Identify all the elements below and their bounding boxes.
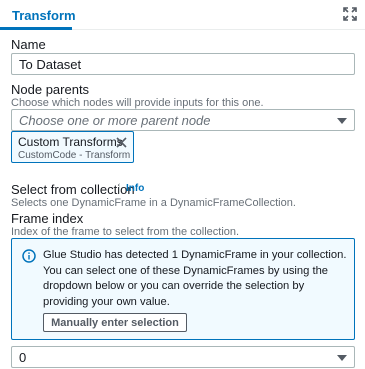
token-title: Custom Transforms [18, 135, 123, 149]
token-subtitle: CustomCode - Transform [18, 150, 131, 161]
alert-message: Glue Studio has detected 1 DynamicFrame … [43, 249, 347, 308]
collection-description: Selects one DynamicFrame in a DynamicFra… [11, 197, 296, 209]
node-parents-placeholder: Choose one or more parent node [19, 112, 211, 128]
node-parents-description: Choose which nodes will provide inputs f… [11, 97, 264, 109]
tab-transform[interactable]: Transform [0, 0, 90, 30]
close-icon[interactable] [116, 137, 127, 148]
frame-index-select[interactable]: 0 [11, 346, 355, 368]
parent-node-token: Custom Transforms CustomCode - Transform [11, 131, 134, 163]
node-parents-select[interactable]: Choose one or more parent node [11, 109, 355, 131]
node-parents-label: Node parents [11, 82, 90, 97]
frame-index-description: Index of the frame to select from the co… [11, 226, 240, 238]
chevron-down-icon [337, 355, 347, 361]
panel-tab-bar: Transform [0, 0, 365, 30]
expand-icon[interactable] [343, 7, 357, 21]
manually-enter-selection-button[interactable]: Manually enter selection [43, 313, 187, 332]
frame-index-label: Frame index [11, 211, 84, 226]
chevron-down-icon [337, 118, 347, 124]
name-label: Name [11, 37, 46, 52]
tab-transform-label: Transform [12, 7, 76, 23]
info-alert: Glue Studio has detected 1 DynamicFrame … [11, 238, 355, 340]
info-icon [22, 249, 36, 263]
collection-label: Select from collection [11, 182, 135, 197]
name-input[interactable]: To Dataset [11, 53, 355, 75]
name-input-value: To Dataset [19, 56, 82, 72]
active-tab-indicator [0, 27, 72, 30]
info-link[interactable]: Info [119, 183, 144, 194]
frame-index-value: 0 [19, 349, 27, 365]
